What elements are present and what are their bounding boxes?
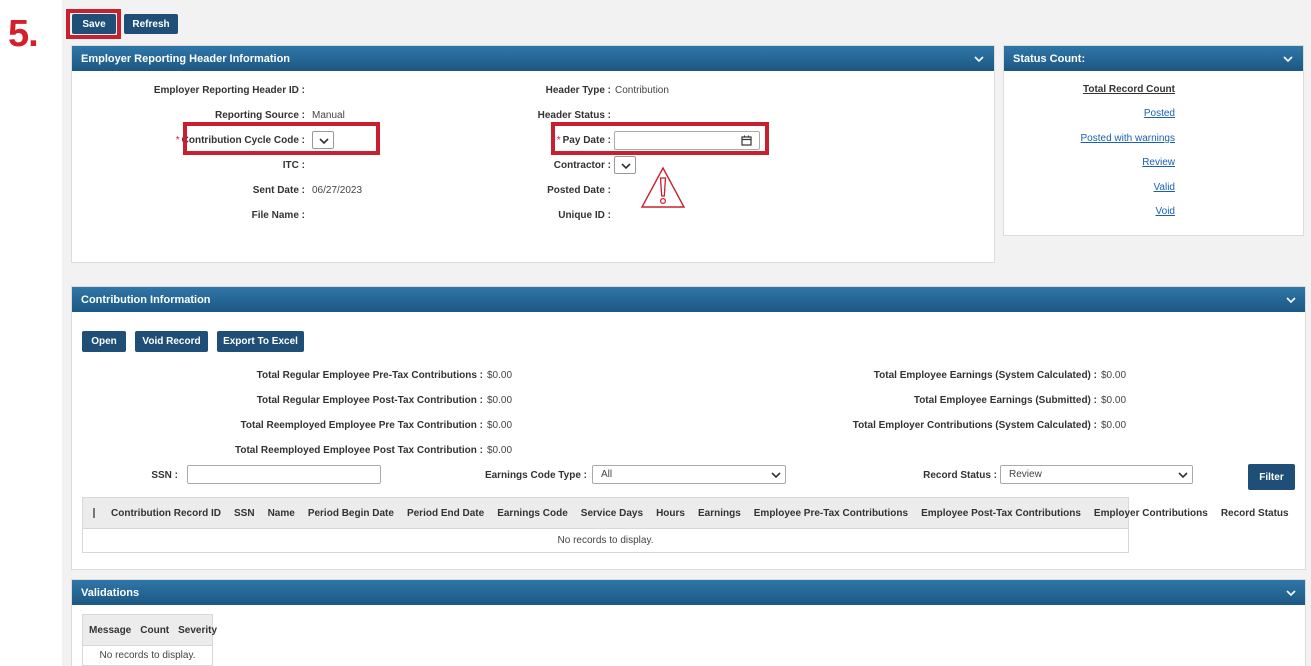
validations-grid-header: Message Count Severity xyxy=(82,614,217,646)
column-header[interactable]: Name xyxy=(268,508,295,519)
earnings-code-type-value: All xyxy=(601,469,613,480)
status-link-posted-with-warnings[interactable]: Posted with warnings xyxy=(1081,133,1176,144)
column-header[interactable]: Employee Post-Tax Contributions xyxy=(921,508,1081,519)
reporting-source-value: Manual xyxy=(312,110,345,121)
earnings-code-type-select[interactable]: All xyxy=(592,465,786,484)
header-info-title-text: Employer Reporting Header Information xyxy=(81,52,291,65)
chevron-down-icon[interactable] xyxy=(1285,294,1297,306)
chevron-down-icon xyxy=(771,472,781,479)
total-value: $0.00 xyxy=(1101,420,1127,431)
chevron-down-icon[interactable] xyxy=(1285,587,1297,599)
record-status-value: Review xyxy=(1009,469,1042,480)
total-label: Total Reemployed Employee Post Tax Contr… xyxy=(235,445,483,456)
open-button[interactable]: Open xyxy=(82,331,126,352)
pay-date-highlight-box xyxy=(551,122,769,155)
validations-grid-empty-row: No records to display. xyxy=(82,646,213,666)
contractor-label: Contractor : xyxy=(553,160,611,171)
validations-title-text: Validations xyxy=(81,586,140,599)
column-header[interactable]: Period End Date xyxy=(407,508,484,519)
record-status-label: Record Status : xyxy=(923,470,997,481)
status-count-panel-title: Status Count: xyxy=(1004,46,1303,71)
warning-icon xyxy=(640,166,686,208)
sent-date-label: Sent Date : xyxy=(252,185,305,196)
column-header[interactable]: Earnings Code xyxy=(497,508,568,519)
filter-button[interactable]: Filter xyxy=(1248,464,1295,490)
empty-message: No records to display. xyxy=(99,650,196,661)
total-label: Total Regular Employee Pre-Tax Contribut… xyxy=(256,370,483,381)
chevron-down-icon xyxy=(621,163,631,170)
column-header[interactable]: Service Days xyxy=(581,508,643,519)
step-5-annotation: 5. xyxy=(8,13,39,55)
total-label: Total Reemployed Employee Pre Tax Contri… xyxy=(240,420,483,431)
total-value: $0.00 xyxy=(487,370,513,381)
column-header[interactable]: SSN xyxy=(234,508,255,519)
total-value: $0.00 xyxy=(487,395,513,406)
validations-panel: Validations xyxy=(71,579,1306,666)
total-record-count-link[interactable]: Total Record Count xyxy=(1083,84,1175,95)
chevron-down-icon[interactable] xyxy=(973,53,985,65)
status-link-void[interactable]: Void xyxy=(1156,206,1175,217)
record-status-select[interactable]: Review xyxy=(1000,465,1193,484)
save-highlight-box xyxy=(66,9,121,39)
column-header[interactable]: Employee Pre-Tax Contributions xyxy=(754,508,908,519)
reporting-source-label: Reporting Source : xyxy=(214,110,305,121)
required-mark: * xyxy=(175,135,180,146)
chevron-down-icon[interactable] xyxy=(1282,53,1294,65)
header-info-panel-title: Employer Reporting Header Information xyxy=(72,46,994,71)
column-header[interactable]: Count xyxy=(140,625,169,636)
itc-label: ITC : xyxy=(282,160,305,171)
status-link-valid[interactable]: Valid xyxy=(1154,182,1176,193)
status-link-posted[interactable]: Posted xyxy=(1144,108,1175,119)
refresh-button[interactable]: Refresh xyxy=(124,14,178,34)
chevron-down-icon xyxy=(1178,472,1188,479)
header-type-value: Contribution xyxy=(615,85,669,96)
validations-panel-title: Validations xyxy=(72,580,1305,605)
total-value: $0.00 xyxy=(1101,395,1127,406)
status-link-review[interactable]: Review xyxy=(1142,157,1175,168)
unique-id-label: Unique ID : xyxy=(558,210,611,221)
total-label: Total Employee Earnings (System Calculat… xyxy=(873,370,1097,381)
header-id-label: Employer Reporting Header ID : xyxy=(153,85,305,96)
void-record-button[interactable]: Void Record xyxy=(135,331,208,352)
column-header[interactable]: Earnings xyxy=(698,508,741,519)
file-name-label: File Name : xyxy=(251,210,305,221)
total-label: Total Employee Earnings (Submitted) : xyxy=(913,395,1097,406)
checkbox-icon[interactable] xyxy=(93,508,95,518)
contribution-info-panel-title: Contribution Information xyxy=(72,287,1305,312)
column-header[interactable]: Severity xyxy=(178,625,217,636)
column-header[interactable]: Period Begin Date xyxy=(308,508,394,519)
header-type-label: Header Type : xyxy=(545,85,611,96)
column-header[interactable]: Record Status xyxy=(1221,508,1289,519)
contribution-grid-header: Contribution Record ID SSN Name Period B… xyxy=(82,497,1289,529)
column-header[interactable]: Employer Contributions xyxy=(1094,508,1208,519)
sent-date-value: 06/27/2023 xyxy=(312,185,363,196)
status-count-title-text: Status Count: xyxy=(1013,52,1086,65)
column-header[interactable]: Hours xyxy=(656,508,685,519)
total-label: Total Regular Employee Post-Tax Contribu… xyxy=(256,395,483,406)
contribution-info-title-text: Contribution Information xyxy=(81,293,211,306)
earnings-code-type-label: Earnings Code Type : xyxy=(484,470,587,481)
column-header[interactable]: Contribution Record ID xyxy=(111,508,221,519)
ssn-label: SSN : xyxy=(151,470,178,481)
total-value: $0.00 xyxy=(1101,370,1127,381)
total-label: Total Employer Contributions (System Cal… xyxy=(852,420,1097,431)
ssn-input[interactable] xyxy=(187,465,381,484)
total-value: $0.00 xyxy=(487,420,513,431)
column-header[interactable]: Message xyxy=(89,625,131,636)
cycle-code-highlight-box xyxy=(183,122,380,155)
header-status-label: Header Status : xyxy=(537,110,611,121)
contribution-grid-empty-row: No records to display. xyxy=(82,529,1129,553)
posted-date-label: Posted Date : xyxy=(547,185,611,196)
empty-message: No records to display. xyxy=(557,535,654,546)
total-value: $0.00 xyxy=(487,445,513,456)
contractor-select[interactable] xyxy=(614,156,636,174)
export-to-excel-button[interactable]: Export To Excel xyxy=(217,331,304,352)
